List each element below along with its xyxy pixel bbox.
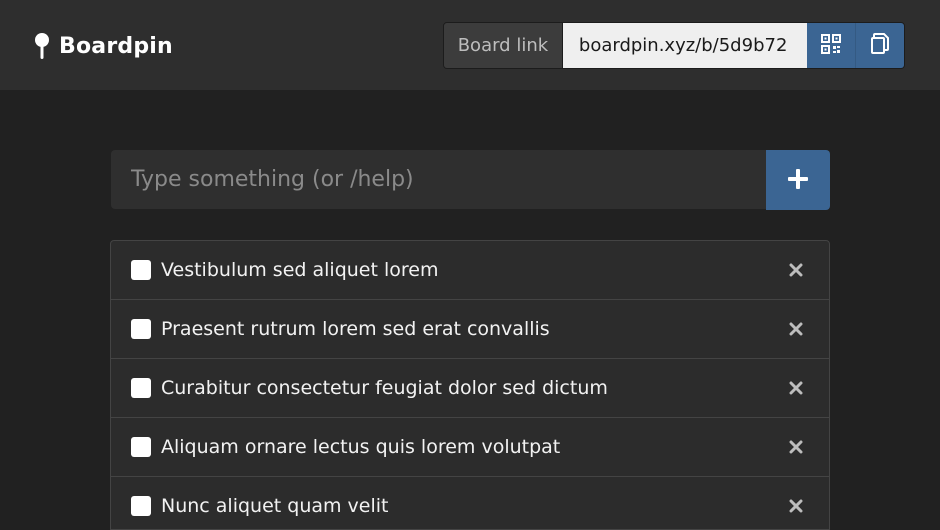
item-text: Nunc aliquet quam velit	[161, 495, 389, 517]
item-text: Aliquam ornare lectus quis lorem volutpa…	[161, 436, 561, 458]
close-icon	[789, 381, 803, 395]
item-text: Praesent rutrum lorem sed erat convallis	[161, 318, 550, 340]
plus-icon	[787, 168, 809, 193]
copy-icon	[870, 33, 890, 58]
copy-link-button[interactable]	[855, 23, 904, 68]
todo-list: Vestibulum sed aliquet lorem Praesent ru…	[110, 240, 830, 530]
item-checkbox[interactable]	[131, 319, 151, 339]
item-text: Curabitur consectetur feugiat dolor sed …	[161, 377, 608, 399]
item-text: Vestibulum sed aliquet lorem	[161, 259, 439, 281]
remove-item-button[interactable]	[787, 261, 805, 279]
remove-item-button[interactable]	[787, 379, 805, 397]
item-checkbox[interactable]	[131, 260, 151, 280]
list-item: Praesent rutrum lorem sed erat convallis	[111, 300, 829, 359]
list-item: Aliquam ornare lectus quis lorem volutpa…	[111, 418, 829, 477]
list-item: Nunc aliquet quam velit	[111, 477, 829, 529]
item-checkbox[interactable]	[131, 437, 151, 457]
qr-code-icon	[821, 34, 842, 57]
composer	[111, 150, 830, 210]
close-icon	[789, 499, 803, 513]
brand[interactable]: Boardpin	[34, 31, 173, 61]
board-link-field[interactable]	[562, 23, 807, 68]
remove-item-button[interactable]	[787, 438, 805, 456]
item-checkbox[interactable]	[131, 496, 151, 516]
board-link-label: Board link	[444, 23, 563, 68]
top-navbar: Boardpin Board link	[0, 0, 940, 90]
remove-item-button[interactable]	[787, 320, 805, 338]
add-item-button[interactable]	[766, 150, 830, 210]
close-icon	[789, 322, 803, 336]
item-checkbox[interactable]	[131, 378, 151, 398]
board-link-group: Board link	[443, 22, 905, 69]
remove-item-button[interactable]	[787, 497, 805, 515]
qr-code-button[interactable]	[806, 23, 856, 68]
new-item-input[interactable]	[111, 150, 766, 209]
close-icon	[789, 263, 803, 277]
close-icon	[789, 440, 803, 454]
pushpin-icon	[34, 32, 50, 60]
list-item: Curabitur consectetur feugiat dolor sed …	[111, 359, 829, 418]
list-item: Vestibulum sed aliquet lorem	[111, 241, 829, 300]
brand-name: Boardpin	[59, 33, 173, 59]
